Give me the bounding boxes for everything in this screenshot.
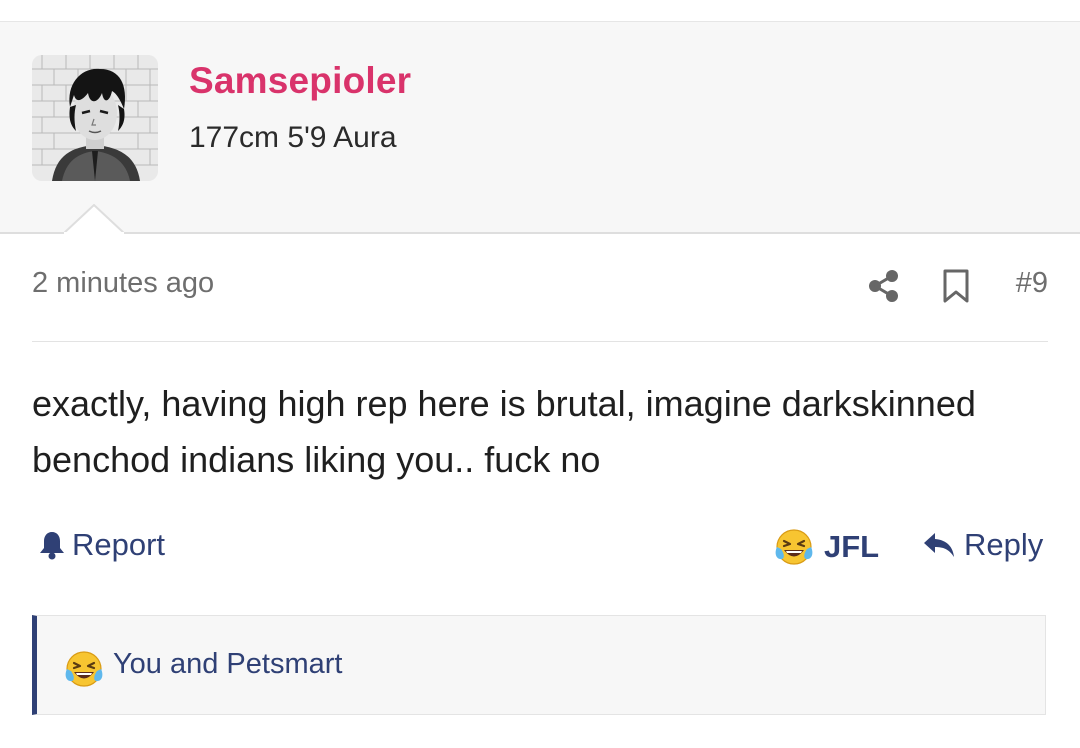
reactions-summary-text[interactable]: You and Petsmart [113, 648, 342, 681]
post-actions: Report JFL Reply [32, 525, 1048, 575]
post-meta: 2 minutes ago #9 [32, 265, 1048, 309]
header-caret [64, 204, 124, 234]
user-title: 177cm 5'9 Aura [189, 121, 397, 154]
avatar-image [32, 55, 158, 181]
reply-arrow-icon [924, 533, 954, 557]
bell-icon [40, 532, 64, 560]
laughing-crying-emoji-icon [65, 651, 103, 687]
report-button[interactable]: Report [38, 527, 165, 563]
post-body: exactly, having high rep here is brutal,… [32, 383, 976, 480]
share-icon[interactable] [868, 269, 900, 303]
avatar[interactable] [32, 55, 158, 181]
username[interactable]: Samsepioler [189, 60, 411, 102]
post-number[interactable]: #9 [1016, 267, 1048, 300]
post-timestamp[interactable]: 2 minutes ago [32, 267, 214, 300]
reply-button[interactable]: Reply [922, 527, 1043, 563]
user-header: Samsepioler 177cm 5'9 Aura [0, 22, 1080, 234]
reply-label: Reply [964, 527, 1044, 562]
meta-divider [32, 341, 1048, 342]
jfl-label: JFL [824, 529, 880, 564]
jfl-reaction-button[interactable]: JFL [774, 527, 879, 567]
laughing-crying-emoji-icon [775, 529, 813, 565]
report-label: Report [72, 527, 166, 562]
bookmark-icon[interactable] [942, 269, 970, 303]
reactions-summary-bar[interactable]: You and Petsmart [32, 615, 1046, 715]
